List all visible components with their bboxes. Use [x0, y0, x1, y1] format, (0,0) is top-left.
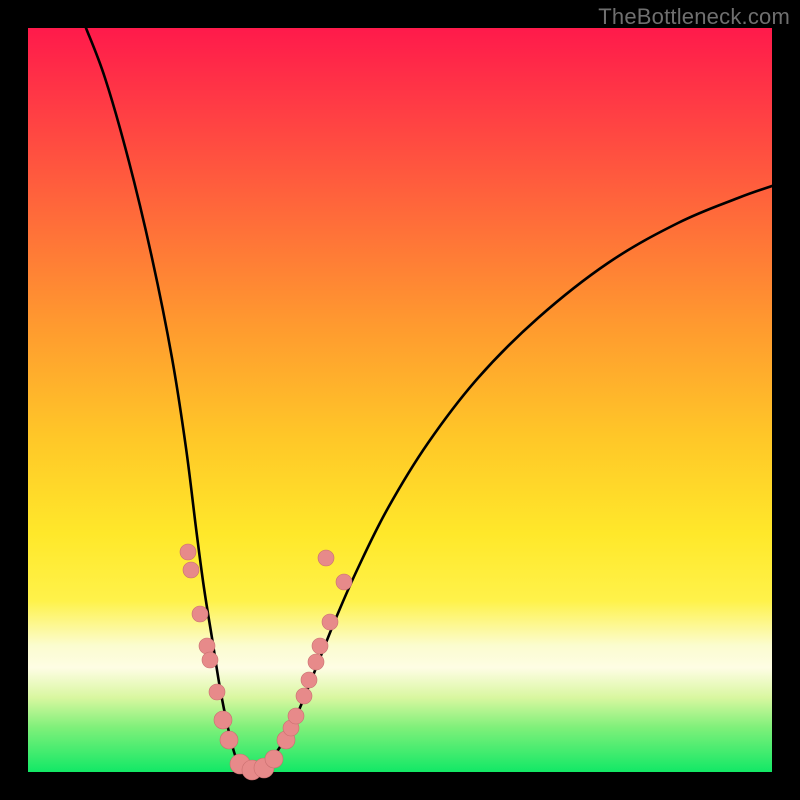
data-marker: [214, 711, 232, 729]
data-marker: [288, 708, 304, 724]
data-marker: [199, 638, 215, 654]
curve-layer: [86, 28, 772, 772]
chart-svg: [28, 28, 772, 772]
data-marker: [308, 654, 324, 670]
marker-layer: [180, 544, 352, 780]
curve-left-arm: [86, 28, 250, 772]
data-marker: [180, 544, 196, 560]
curve-right-arm: [250, 186, 772, 772]
data-marker: [336, 574, 352, 590]
data-marker: [312, 638, 328, 654]
data-marker: [192, 606, 208, 622]
data-marker: [220, 731, 238, 749]
watermark-text: TheBottleneck.com: [598, 4, 790, 30]
data-marker: [296, 688, 312, 704]
data-marker: [301, 672, 317, 688]
data-marker: [209, 684, 225, 700]
data-marker: [322, 614, 338, 630]
data-marker: [202, 652, 218, 668]
data-marker: [318, 550, 334, 566]
data-marker: [265, 750, 283, 768]
plot-area: [28, 28, 772, 772]
data-marker: [183, 562, 199, 578]
chart-frame: TheBottleneck.com: [0, 0, 800, 800]
